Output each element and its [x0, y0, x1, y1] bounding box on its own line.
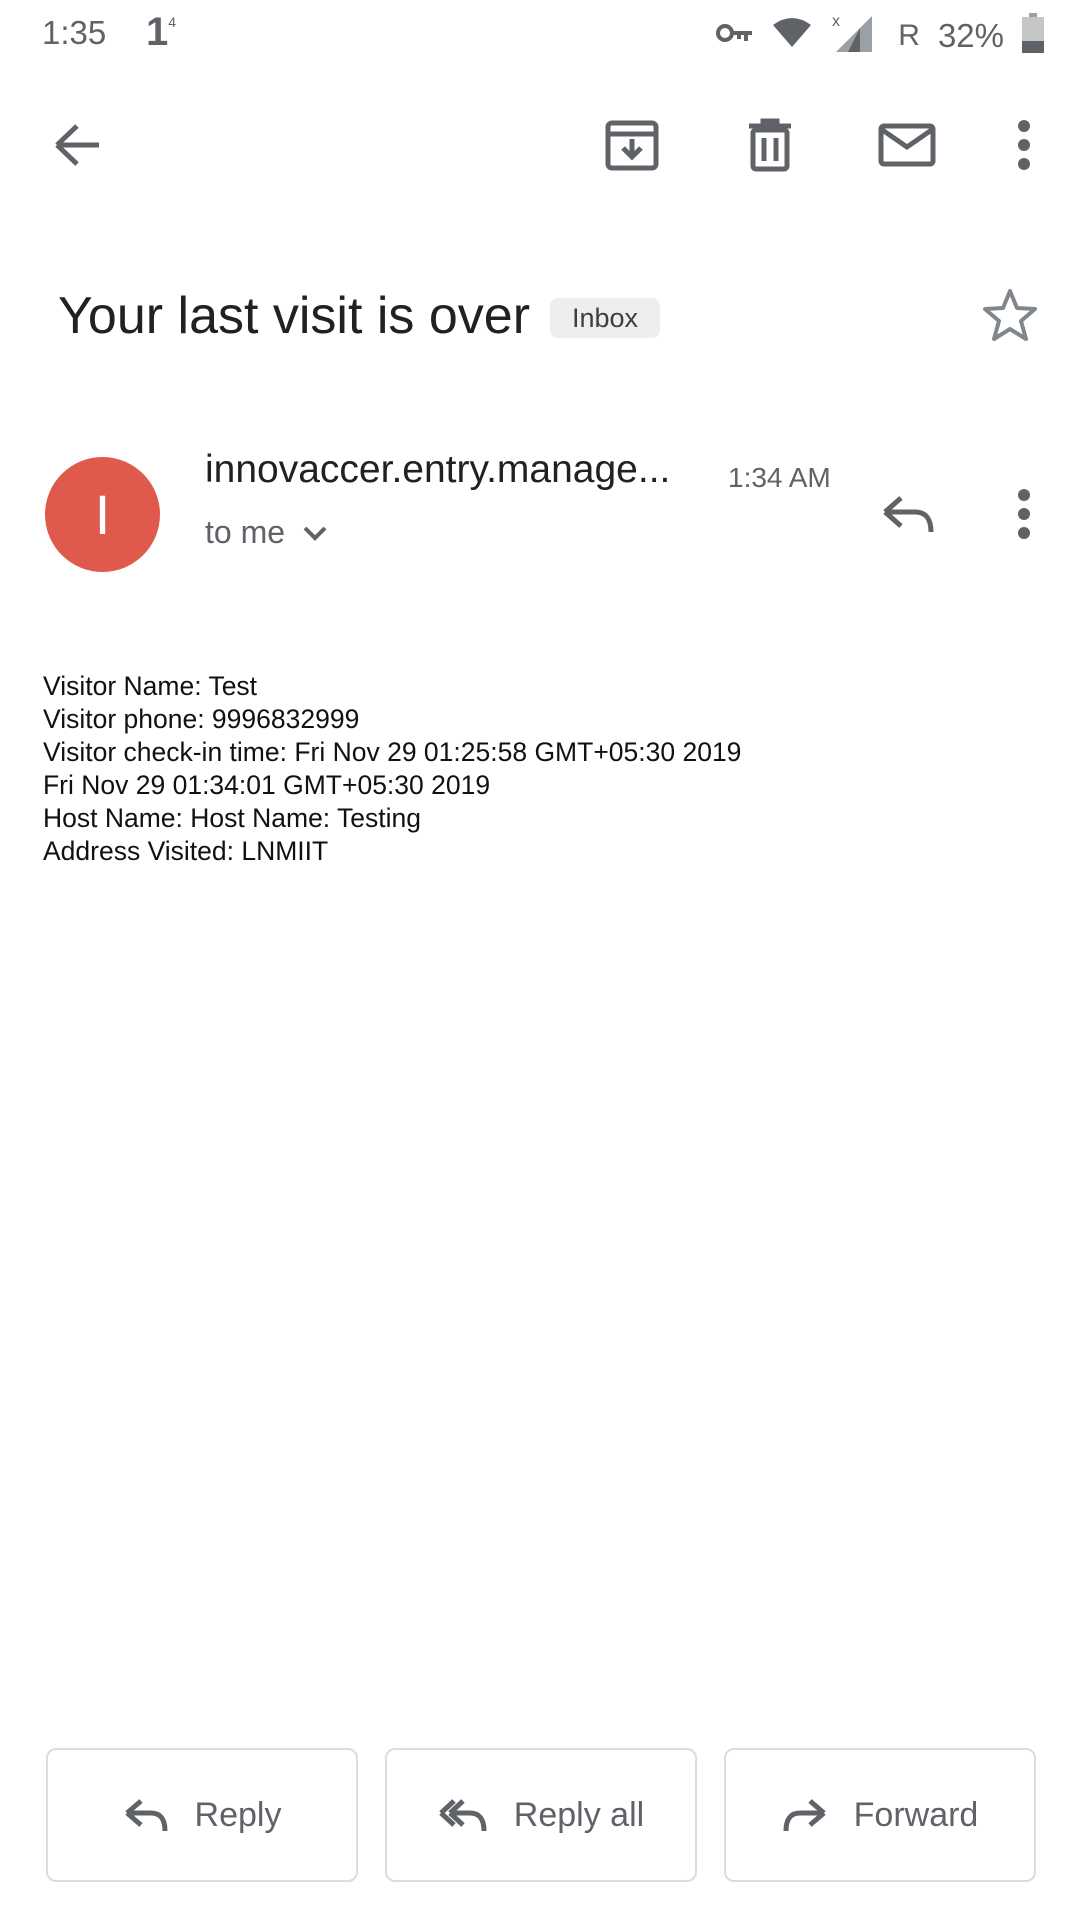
label-chip[interactable]: Inbox — [550, 298, 661, 338]
archive-button[interactable] — [592, 105, 672, 185]
reply-label: Reply — [194, 1795, 282, 1834]
body-line: Address Visited: LNMIIT — [43, 836, 329, 866]
body-line: Host Name: Host Name: Testing — [43, 803, 422, 833]
mail-icon — [878, 123, 936, 167]
email-body: Visitor Name: Test Visitor phone: 999683… — [43, 670, 741, 868]
recipient-label: to me — [205, 514, 286, 550]
recipient-toggle[interactable]: to me — [205, 514, 327, 551]
network-label: R — [898, 18, 920, 52]
chevron-down-icon — [303, 526, 327, 541]
delete-icon — [749, 118, 791, 172]
mark-unread-button[interactable] — [867, 105, 947, 185]
body-line: Visitor phone: 9996832999 — [43, 704, 360, 734]
forward-button[interactable]: Forward — [724, 1748, 1036, 1882]
subject-row: Your last visit is over Inbox — [58, 280, 1050, 350]
archive-icon — [605, 120, 659, 171]
vpn-key-icon — [716, 21, 754, 50]
notification-glyph: 1 — [146, 10, 169, 54]
status-time: 1:35 — [42, 14, 107, 51]
email-subject: Your last visit is over — [58, 287, 531, 345]
reply-icon-button[interactable] — [868, 474, 948, 554]
battery-icon — [1022, 13, 1044, 58]
svg-text:x: x — [832, 13, 840, 30]
reply-all-icon — [439, 1799, 487, 1832]
more-vert-icon — [1018, 120, 1030, 170]
forward-label: Forward — [853, 1795, 979, 1834]
more-options-button[interactable] — [984, 105, 1064, 185]
avatar[interactable]: I — [45, 457, 160, 572]
reply-all-label: Reply all — [513, 1795, 645, 1834]
reply-button[interactable]: Reply — [46, 1748, 358, 1882]
body-line: Fri Nov 29 01:34:01 GMT+05:30 2019 — [43, 770, 491, 800]
forward-icon — [783, 1799, 826, 1832]
notification-count: 4 — [168, 14, 177, 30]
body-line: Visitor Name: Test — [43, 671, 258, 701]
delete-button[interactable] — [730, 105, 810, 185]
battery-percent: 32% — [937, 16, 1004, 54]
status-bar: 1:35 14 x R 32% — [0, 0, 1080, 70]
status-icons: x R 32% — [716, 12, 1044, 59]
star-button[interactable] — [970, 280, 1050, 350]
wifi-icon — [772, 17, 812, 54]
sender-name[interactable]: innovaccer.entry.manage... — [205, 448, 670, 492]
email-time: 1:34 AM — [728, 462, 831, 493]
reply-icon — [124, 1799, 168, 1832]
back-arrow-icon — [55, 124, 99, 166]
star-icon — [983, 289, 1037, 341]
notification-indicator: 14 — [146, 10, 176, 55]
back-button[interactable] — [38, 105, 118, 185]
reply-icon — [883, 496, 934, 533]
reply-all-button[interactable]: Reply all — [385, 1748, 697, 1882]
body-line: Visitor check-in time: Fri Nov 29 01:25:… — [43, 737, 742, 767]
more-vert-icon — [1018, 489, 1030, 539]
message-more-button[interactable] — [984, 474, 1064, 554]
top-app-bar — [0, 105, 1080, 195]
signal-icon: x — [830, 12, 874, 59]
